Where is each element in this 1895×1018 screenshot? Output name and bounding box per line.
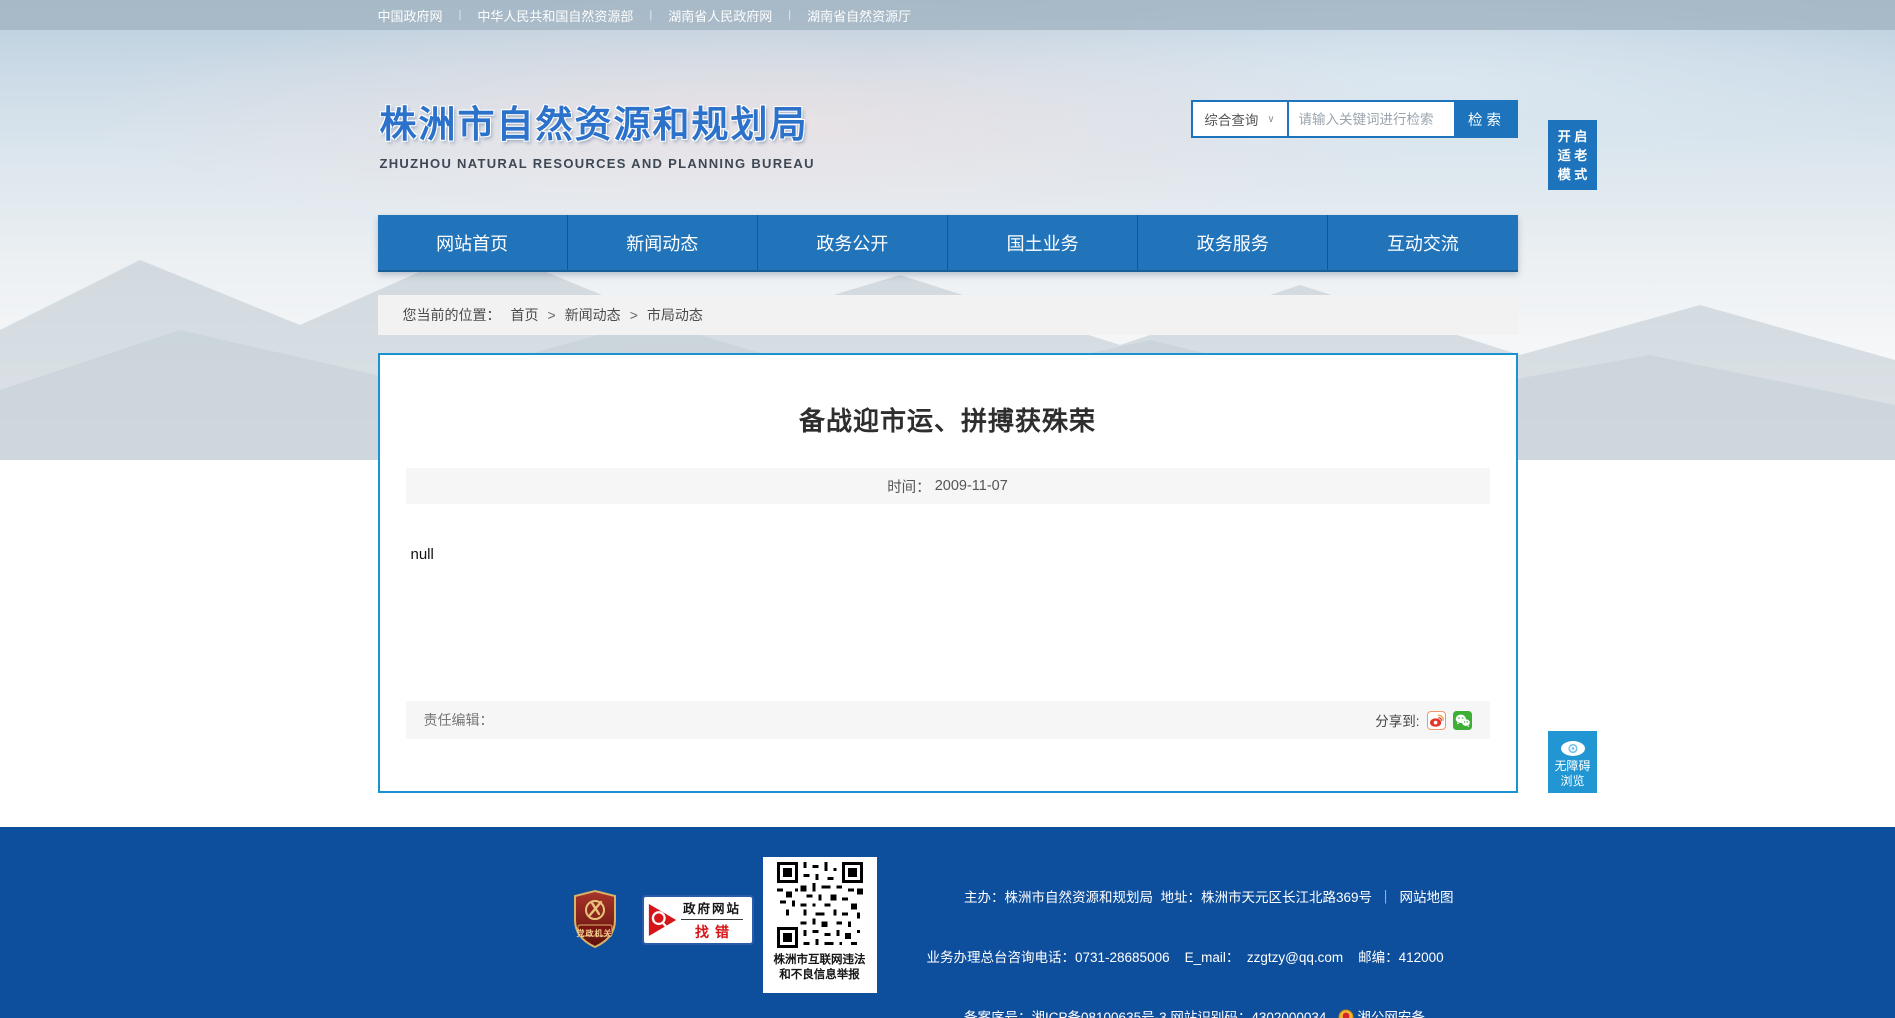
breadcrumb-bureau-news[interactable]: 市局动态	[647, 305, 703, 325]
nav-tab-home[interactable]: 网站首页	[378, 215, 568, 270]
chevron-down-icon: ∨	[1267, 114, 1274, 125]
topbar-separator: |	[459, 9, 462, 21]
footer-contact-line: 业务办理总台咨询电话：0731-28685006 E_mail： zzgtzy@…	[927, 943, 1518, 973]
search-category-select[interactable]: 综合查询 ∨	[1193, 102, 1289, 136]
party-government-badge[interactable]: 党政机关	[571, 889, 619, 949]
accessibility-button[interactable]: 无障碍 浏览	[1548, 731, 1597, 793]
share-label: 分享到:	[1375, 710, 1419, 730]
error-badge-subtitle: 找错	[689, 922, 735, 942]
breadcrumb-home[interactable]: 首页	[511, 305, 539, 325]
breadcrumb-news[interactable]: 新闻动态	[565, 305, 621, 325]
nav-tab-news[interactable]: 新闻动态	[568, 215, 758, 270]
search-bar: 综合查询 ∨ 检 索	[1191, 100, 1518, 138]
magnifier-flag-icon	[647, 901, 679, 939]
site-subtitle: ZHUZHOU NATURAL RESOURCES AND PLANNING B…	[380, 156, 815, 171]
topbar-link-ministry-natural-resources[interactable]: 中华人民共和国自然资源部	[477, 6, 633, 25]
topbar-link-china-gov[interactable]: 中国政府网	[378, 6, 443, 25]
footer-divider: ｜	[1379, 890, 1393, 905]
topbar-link-hunan-natural-resources[interactable]: 湖南省自然资源厅	[807, 6, 911, 25]
footer: 党政机关 政府网站 找错	[0, 827, 1895, 1018]
error-badge-title: 政府网站	[681, 898, 744, 920]
article-time-label: 时间：	[887, 476, 931, 497]
editor-strip: 责任编辑： 分享到:	[406, 701, 1490, 739]
search-input[interactable]	[1289, 102, 1454, 136]
search-category-label: 综合查询	[1204, 109, 1258, 129]
editor-label: 责任编辑：	[424, 710, 494, 730]
topbar-link-hunan-gov[interactable]: 湖南省人民政府网	[668, 6, 772, 25]
elder-mode-line: 适 老	[1548, 146, 1597, 165]
shield-icon	[571, 889, 619, 949]
breadcrumb-separator: >	[548, 307, 556, 323]
sitemap-link[interactable]: 网站地图	[1400, 890, 1454, 905]
footer-info: 主办：株洲市自然资源和规划局 地址：株洲市天元区长江北路369号 ｜ 网站地图 业务…	[927, 853, 1518, 1018]
footer-icp-line: 备案序号：湘ICP备08100635号-3 网站识别码：4302000034	[964, 1010, 1326, 1018]
article-time-value: 2009-11-07	[935, 478, 1008, 494]
nav-tab-land-business[interactable]: 国土业务	[948, 215, 1138, 270]
article-body: null	[411, 546, 1516, 563]
police-badge-icon	[1338, 1006, 1354, 1018]
topbar-separator: |	[649, 9, 652, 21]
article-title: 备战迎市运、拼搏获殊荣	[380, 401, 1516, 438]
breadcrumb-label: 您当前的位置：	[403, 305, 501, 325]
header: 株洲市自然资源和规划局 ZHUZHOU NATURAL RESOURCES AN…	[378, 30, 1518, 215]
qr-caption-line: 株洲市互联网违法	[763, 953, 877, 968]
article-meta-strip: 时间： 2009-11-07	[406, 468, 1490, 504]
footer-host-address: 主办：株洲市自然资源和规划局 地址：株洲市天元区长江北路369号	[964, 890, 1372, 905]
party-badge-label: 党政机关	[571, 928, 619, 939]
page: 中国政府网 | 中华人民共和国自然资源部 | 湖南省人民政府网 | 湖南省自然资…	[0, 0, 1895, 1018]
breadcrumb-separator: >	[630, 307, 638, 323]
nav-tab-gov-affairs-open[interactable]: 政务公开	[758, 215, 948, 270]
qr-code-image	[777, 862, 863, 948]
breadcrumb: 您当前的位置： 首页 > 新闻动态 > 市局动态	[378, 295, 1518, 335]
site-error-report-badge[interactable]: 政府网站 找错	[642, 895, 754, 945]
nav-tab-gov-services[interactable]: 政务服务	[1138, 215, 1328, 270]
wechat-icon[interactable]	[1453, 711, 1472, 730]
site-title: 株洲市自然资源和规划局	[380, 94, 815, 148]
site-logo[interactable]: 株洲市自然资源和规划局 ZHUZHOU NATURAL RESOURCES AN…	[380, 94, 815, 171]
search-button[interactable]: 检 索	[1454, 102, 1516, 136]
nav-tab-interaction[interactable]: 互动交流	[1328, 215, 1517, 270]
topbar-separator: |	[788, 9, 791, 21]
weibo-icon[interactable]	[1427, 711, 1446, 730]
elder-mode-button[interactable]: 开 启 适 老 模 式	[1548, 120, 1597, 190]
accessibility-line: 浏览	[1548, 774, 1597, 789]
topbar: 中国政府网 | 中华人民共和国自然资源部 | 湖南省人民政府网 | 湖南省自然资…	[0, 0, 1895, 30]
accessibility-line: 无障碍	[1548, 759, 1597, 774]
report-qr-code: 株洲市互联网违法 和不良信息举报	[763, 857, 877, 993]
elder-mode-line: 模 式	[1548, 165, 1597, 184]
elder-mode-line: 开 启	[1548, 127, 1597, 146]
eye-icon	[1559, 740, 1587, 757]
article-panel: 备战迎市运、拼搏获殊荣 时间： 2009-11-07 null 责任编辑： 分享…	[378, 353, 1518, 793]
share-bar: 分享到:	[1375, 710, 1471, 730]
main-nav: 网站首页 新闻动态 政务公开 国土业务 政务服务 互动交流	[378, 215, 1518, 272]
qr-caption-line: 和不良信息举报	[763, 968, 877, 983]
